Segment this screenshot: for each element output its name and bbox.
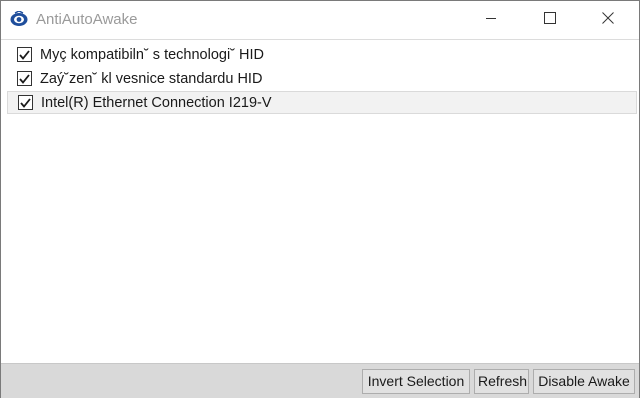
disable-awake-button[interactable]: Disable Awake bbox=[533, 369, 635, 394]
close-button[interactable] bbox=[585, 1, 631, 38]
maximize-button[interactable] bbox=[527, 1, 573, 38]
device-label: Myç kompatibiln˘ s technologi˘ HID bbox=[40, 46, 265, 63]
refresh-button[interactable]: Refresh bbox=[474, 369, 529, 394]
invert-selection-button[interactable]: Invert Selection bbox=[362, 369, 470, 394]
maximize-icon bbox=[544, 11, 556, 29]
minimize-button[interactable] bbox=[468, 1, 514, 38]
device-row-selected[interactable]: Intel(R) Ethernet Connection I219-V bbox=[7, 91, 637, 114]
close-icon bbox=[602, 11, 614, 29]
button-bar: Invert Selection Refresh Disable Awake bbox=[1, 363, 639, 398]
app-window: AntiAutoAwake Myç kompatibiln˘ s technol… bbox=[0, 0, 640, 398]
title-bar[interactable]: AntiAutoAwake bbox=[1, 1, 639, 38]
device-label: Intel(R) Ethernet Connection I219-V bbox=[41, 94, 272, 111]
minimize-icon bbox=[485, 11, 497, 29]
device-row[interactable]: Zaý˘zen˘ kl vesnice standardu HID bbox=[7, 67, 637, 90]
device-checkbox[interactable] bbox=[17, 71, 32, 86]
device-checkbox[interactable] bbox=[17, 47, 32, 62]
device-label: Zaý˘zen˘ kl vesnice standardu HID bbox=[40, 70, 263, 87]
device-list[interactable]: Myç kompatibiln˘ s technologi˘ HID Zaý˘z… bbox=[1, 39, 639, 363]
checkmark-icon bbox=[19, 73, 30, 84]
app-icon bbox=[10, 10, 28, 27]
device-row[interactable]: Myç kompatibiln˘ s technologi˘ HID bbox=[7, 43, 637, 66]
checkmark-icon bbox=[19, 49, 30, 60]
window-title: AntiAutoAwake bbox=[36, 11, 138, 28]
device-checkbox[interactable] bbox=[18, 95, 33, 110]
checkmark-icon bbox=[20, 97, 31, 108]
